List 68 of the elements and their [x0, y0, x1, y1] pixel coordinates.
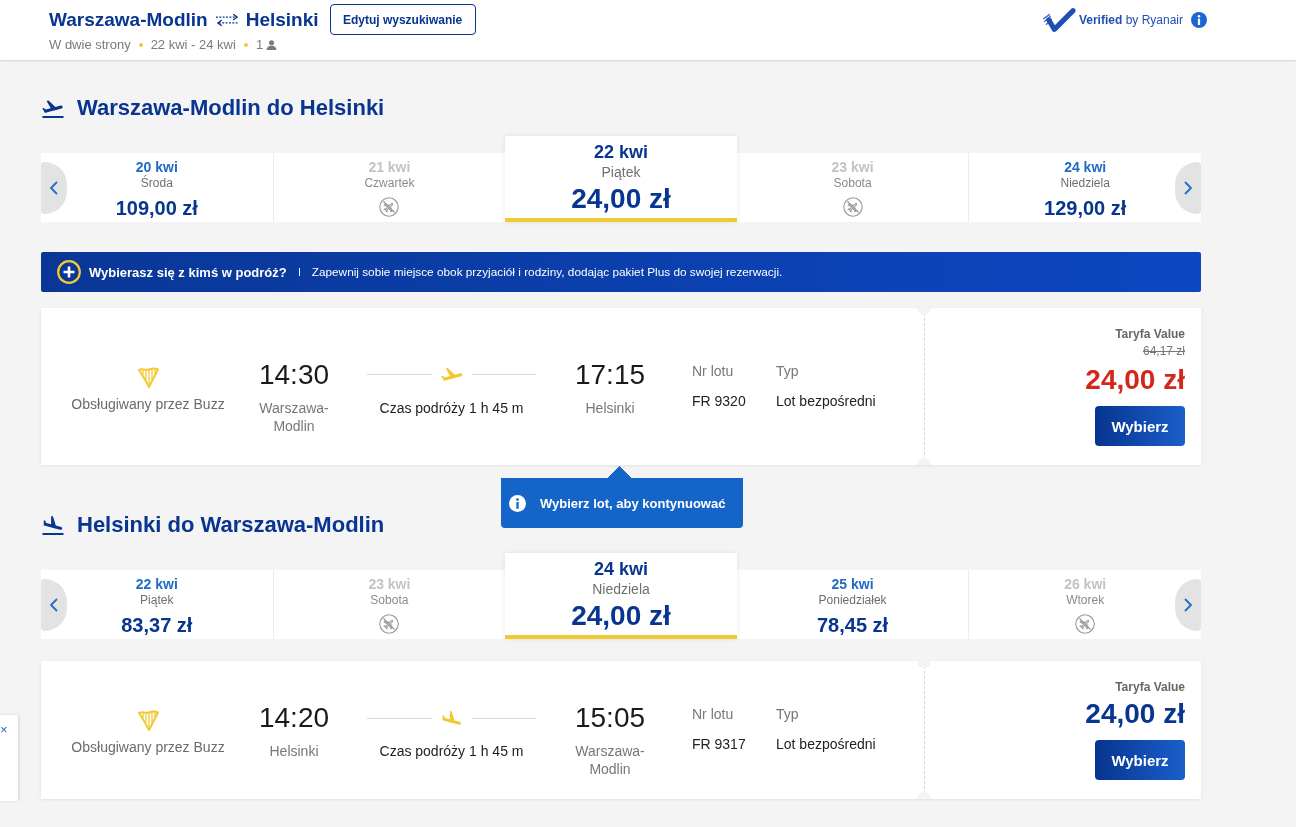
trip-dates: 22 kwi - 24 kwi — [150, 37, 236, 53]
chevron-right-icon — [1184, 598, 1192, 612]
select-flight-button[interactable]: Wybierz — [1095, 406, 1185, 446]
select-flight-button[interactable]: Wybierz — [1095, 740, 1185, 780]
date-tab[interactable]: 24 kwi Niedziela 24,00 zł — [505, 553, 737, 639]
date-tab[interactable]: 20 kwi Środa 109,00 zł — [41, 153, 273, 222]
trip-type: W dwie strony — [49, 37, 131, 53]
flight-number-label: Nr lotu — [692, 705, 735, 723]
separator-dot-icon — [243, 43, 248, 47]
fare-name: Taryfa Value — [1115, 679, 1185, 695]
edit-search-button[interactable]: Edytuj wyszukiwanie — [329, 4, 476, 35]
flight-type-label: Typ — [776, 705, 800, 723]
departure-airport: Helsinki — [268, 742, 320, 760]
date-tab[interactable]: 25 kwi Poniedziałek 78,45 zł — [736, 570, 969, 639]
fare-price: 24,00 zł — [1085, 363, 1185, 397]
verified-label: Verified by Ryanair — [1078, 13, 1183, 27]
arrival-time: 15:05 — [574, 702, 646, 734]
crossed-plane-icon — [842, 197, 863, 217]
tooltip-text: Wybierz lot, aby kontynuować — [540, 495, 726, 511]
harp-icon — [136, 708, 160, 732]
section-title: Warszawa-Modlin do Helsinki — [77, 94, 385, 122]
flight-number: FR 9320 — [692, 391, 747, 410]
date-tab[interactable]: 24 kwi Niedziela 129,00 zł — [968, 153, 1201, 222]
fare-name: Taryfa Value — [1115, 326, 1185, 342]
departure-time: 14:20 — [258, 702, 330, 734]
date-tab[interactable]: 21 kwi Czwartek — [272, 153, 506, 222]
old-price: 64,17 zł — [1142, 343, 1185, 360]
swap-arrows-icon — [214, 12, 240, 27]
section-title: Helsinki do Warszawa-Modlin — [77, 511, 385, 539]
close-button[interactable]: × — [0, 723, 8, 737]
arrival-airport: Helsinki — [584, 398, 636, 417]
flight-type-label: Typ — [776, 361, 800, 380]
fare-price: 24,00 zł — [1085, 697, 1185, 731]
arrival-airport: Warszawa-Modlin — [574, 742, 646, 778]
promo-title: Wybierasz się z kimś w podróż? — [89, 264, 287, 280]
verified-check-icon — [1040, 6, 1079, 34]
date-tab[interactable]: 22 kwi Piątek 83,37 zł — [41, 570, 273, 639]
crossed-plane-icon — [379, 197, 400, 217]
info-icon[interactable] — [1191, 12, 1207, 28]
info-icon — [509, 494, 526, 512]
flight-duration: Czas podróży 1 h 45 m — [379, 398, 524, 417]
route-destination: Helsinki — [245, 7, 319, 32]
flight-number-label: Nr lotu — [692, 361, 735, 380]
flight-type: Lot bezpośredni — [776, 735, 877, 753]
route-origin: Warszawa-Modlin — [49, 7, 208, 32]
chevron-left-icon — [50, 598, 58, 612]
plus-icon — [57, 260, 81, 284]
separator-dot-icon — [138, 43, 143, 47]
date-tab[interactable]: 22 kwi Piątek 24,00 zł — [505, 136, 737, 222]
arrival-time: 17:15 — [574, 358, 646, 391]
flight-number: FR 9317 — [692, 735, 747, 753]
promo-text: Zapewnij sobie miejsce obok przyjaciół i rodziny, dodając pakiet Plus do swojej rezerwacji. — [311, 265, 783, 279]
operator-label: Obsługiwany przez Buzz — [71, 394, 225, 413]
chevron-right-icon — [1184, 181, 1192, 195]
crossed-plane-icon — [1075, 614, 1096, 634]
passenger-count: 1 — [255, 37, 264, 53]
crossed-plane-icon — [379, 614, 400, 634]
flight-duration: Czas podróży 1 h 45 m — [379, 742, 524, 760]
date-tab[interactable]: 23 kwi Sobota — [272, 570, 506, 639]
departure-time: 14:30 — [258, 358, 330, 391]
date-tab[interactable]: 23 kwi Sobota — [736, 153, 969, 222]
chevron-left-icon — [50, 181, 58, 195]
date-tab[interactable]: 26 kwi Wtorek — [968, 570, 1201, 639]
operator-label: Obsługiwany przez Buzz — [71, 738, 225, 756]
person-icon — [266, 40, 278, 50]
flight-type: Lot bezpośredni — [776, 391, 877, 410]
departure-airport: Warszawa-Modlin — [258, 398, 330, 435]
plane-landing-icon — [41, 514, 65, 536]
